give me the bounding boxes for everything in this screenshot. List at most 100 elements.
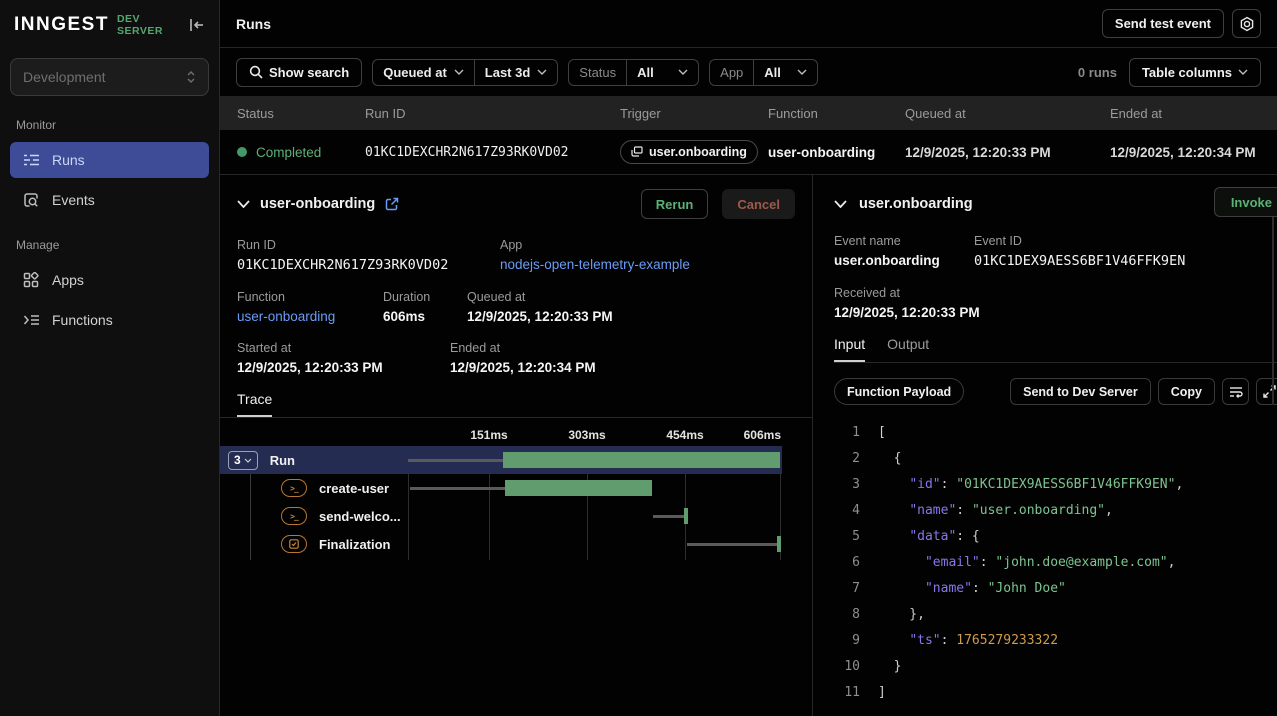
chevron-down-icon	[1238, 69, 1248, 75]
trace-row-label: create-user	[319, 481, 389, 496]
sidebar-item-label: Apps	[52, 272, 84, 288]
invoke-button[interactable]: Invoke	[1214, 187, 1277, 217]
queued-at-filter-label: Queued at	[383, 65, 447, 80]
manage-section-label: Manage	[16, 238, 203, 252]
app-link[interactable]: nodejs-open-telemetry-example	[500, 257, 690, 272]
copy-button[interactable]: Copy	[1158, 378, 1215, 405]
function-cell: user-onboarding	[768, 145, 905, 160]
axis-tick: 303ms	[568, 428, 605, 442]
trace-row-run[interactable]: 3 Run	[220, 446, 782, 474]
sidebar: INNGEST DEV SERVER Development Monitor R…	[0, 0, 220, 716]
run-panel-title: user-onboarding	[260, 196, 375, 212]
event-detail-panel: user.onboarding Invoke Event name user.o…	[813, 175, 1277, 716]
search-icon	[249, 65, 263, 79]
trigger-badge[interactable]: user.onboarding	[620, 140, 758, 164]
table-columns-label: Table columns	[1142, 65, 1232, 80]
app-filter-value: All	[764, 65, 781, 80]
code-line: 3 "id": "01KC1DEX9AESS6BF1V46FFK9EN",	[834, 471, 1277, 497]
show-search-button[interactable]: Show search	[236, 58, 362, 87]
span-count: 3	[234, 453, 241, 467]
cancel-button: Cancel	[722, 189, 795, 219]
external-link-icon[interactable]	[385, 197, 399, 211]
chevron-down-icon	[537, 69, 547, 75]
details-area: user-onboarding Rerun Cancel Run ID 01KC…	[220, 175, 1277, 716]
trace-tabs: Trace	[220, 391, 812, 418]
table-columns-button[interactable]: Table columns	[1129, 58, 1261, 87]
sidebar-item-apps[interactable]: Apps	[10, 262, 209, 298]
event-name-value: user.onboarding	[834, 253, 974, 268]
tab-input[interactable]: Input	[834, 336, 865, 362]
sidebar-item-functions[interactable]: Functions	[10, 302, 209, 338]
axis-tick: 606ms	[744, 428, 781, 442]
code-block: 1[2 {3 "id": "01KC1DEX9AESS6BF1V46FFK9EN…	[834, 419, 1277, 705]
run-status: Completed	[256, 145, 321, 160]
run-id-label: Run ID	[237, 238, 500, 252]
table-row[interactable]: Completed 01KC1DEXCHR2N617Z93RK0VD02 use…	[220, 130, 1277, 175]
time-range-filter-label: Last 3d	[485, 65, 531, 80]
trigger-badge-label: user.onboarding	[649, 145, 747, 159]
finalization-icon	[281, 535, 307, 553]
trace-row-finalization[interactable]: Finalization	[220, 530, 812, 558]
event-id-value: 01KC1DEX9AESS6BF1V46FFK9EN	[974, 253, 1185, 269]
event-name-label: Event name	[834, 234, 974, 248]
function-link[interactable]: user-onboarding	[237, 309, 383, 324]
time-filter-group: Queued at Last 3d	[372, 59, 558, 86]
span-count-badge[interactable]: 3	[228, 451, 258, 470]
status-filter[interactable]: All	[626, 60, 698, 85]
tab-output[interactable]: Output	[887, 336, 929, 362]
chevron-down-icon	[797, 69, 807, 75]
word-wrap-button[interactable]	[1222, 378, 1249, 405]
ended-at-cell: 12/9/2025, 12:20:34 PM	[1110, 145, 1277, 160]
trace-row-create-user[interactable]: >_ create-user	[220, 474, 812, 502]
send-test-event-button[interactable]: Send test event	[1102, 9, 1224, 38]
sidebar-item-runs[interactable]: Runs	[10, 142, 209, 178]
rerun-button[interactable]: Rerun	[641, 189, 709, 219]
event-id-label: Event ID	[974, 234, 1185, 248]
run-detail-panel: user-onboarding Rerun Cancel Run ID 01KC…	[220, 175, 813, 716]
dev-server-badge: DEV SERVER	[117, 13, 181, 37]
main-content: Runs Send test event Show search	[220, 0, 1277, 716]
trace-waterfall: 151ms 303ms 454ms 606ms 3 Run	[220, 426, 812, 568]
expand-icon	[1263, 385, 1276, 398]
code-line: 5 "data": {	[834, 523, 1277, 549]
settings-button[interactable]	[1232, 9, 1261, 38]
received-at-label: Received at	[834, 286, 980, 300]
trace-row-label: send-welco...	[319, 509, 401, 524]
page-title: Runs	[236, 16, 271, 32]
collapse-chevron-icon[interactable]	[834, 200, 847, 208]
tab-trace[interactable]: Trace	[237, 391, 272, 417]
queued-at-filter[interactable]: Queued at	[373, 60, 474, 85]
app-filter[interactable]: All	[753, 60, 817, 85]
collapse-chevron-icon[interactable]	[237, 200, 250, 208]
trace-wait-line	[687, 543, 778, 546]
code-line: 6 "email": "john.doe@example.com",	[834, 549, 1277, 575]
runs-icon	[22, 153, 40, 167]
time-range-filter[interactable]: Last 3d	[474, 60, 558, 85]
app-filter-group: App All	[709, 59, 818, 86]
run-id-cell: 01KC1DEXCHR2N617Z93RK0VD02	[365, 145, 620, 160]
queued-at-label: Queued at	[467, 290, 613, 304]
duration-label: Duration	[383, 290, 467, 304]
code-line: 8 },	[834, 601, 1277, 627]
duration-value: 606ms	[383, 309, 467, 324]
functions-icon	[22, 313, 40, 327]
select-chevrons-icon	[186, 70, 196, 84]
column-header-run-id: Run ID	[365, 106, 620, 121]
workspace-select[interactable]: Development	[10, 58, 209, 96]
received-at-value: 12/9/2025, 12:20:33 PM	[834, 305, 980, 320]
column-header-queued-at: Queued at	[905, 106, 1110, 121]
code-line: 1[	[834, 419, 1277, 445]
trace-span-bar	[777, 536, 781, 552]
queued-at-cell: 12/9/2025, 12:20:33 PM	[905, 145, 1110, 160]
trace-row-send-welcome[interactable]: >_ send-welco...	[220, 502, 812, 530]
sidebar-item-events[interactable]: Events	[10, 182, 209, 218]
function-payload-button[interactable]: Function Payload	[834, 378, 964, 405]
sidebar-collapse-icon[interactable]	[189, 18, 205, 32]
scrollbar-track	[1272, 215, 1274, 405]
send-to-dev-server-button[interactable]: Send to Dev Server	[1010, 378, 1151, 405]
step-run-icon: >_	[281, 479, 307, 497]
axis-tick: 454ms	[666, 428, 703, 442]
status-filter-value: All	[637, 65, 654, 80]
trace-wait-line	[410, 487, 505, 490]
trace-wait-line	[653, 515, 685, 518]
